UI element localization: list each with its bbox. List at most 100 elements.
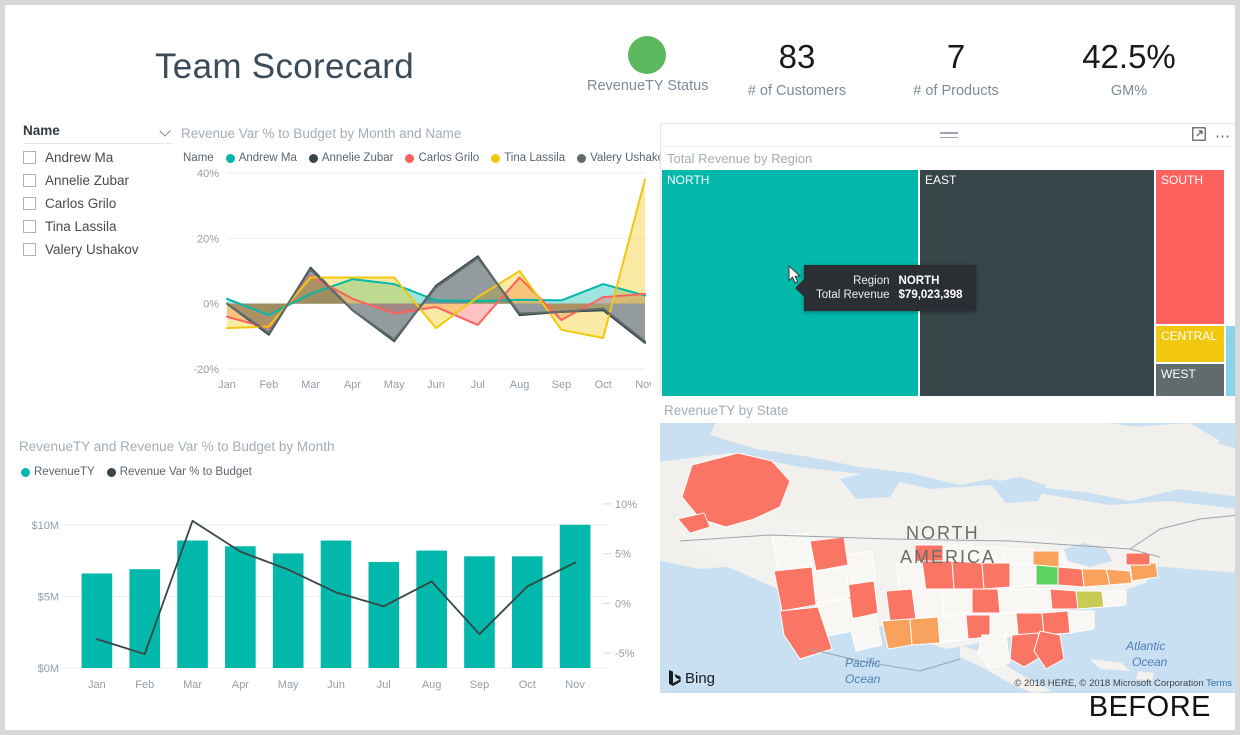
treemap-tile[interactable]: WEST	[1155, 363, 1225, 397]
legend-item[interactable]: Revenue Var % to Budget	[107, 466, 252, 478]
slicer-item-carlos-grilo[interactable]: Carlos Grilo	[23, 194, 173, 213]
line-chart-x-tick: Jun	[427, 379, 445, 391]
slicer-item-tina-lassila[interactable]: Tina Lassila	[23, 217, 173, 236]
slicer-item-andrew-ma[interactable]: Andrew Ma	[23, 148, 173, 167]
tooltip-key: Total Revenue	[816, 288, 899, 302]
slicer-header[interactable]: Name	[23, 123, 173, 144]
bar-chart-y-tick-right: 0%	[615, 598, 631, 610]
legend-item[interactable]: Valery Ushakov	[577, 152, 670, 164]
treemap-tile[interactable]	[1225, 325, 1237, 397]
legend-item[interactable]: Tina Lassila	[491, 152, 565, 164]
treemap-tile[interactable]: SOUTH	[1155, 169, 1225, 325]
map-title: RevenueTY by State	[664, 403, 788, 418]
map-canvas[interactable]: NORTH AMERICA Pacific Ocean Atlantic Oce…	[660, 423, 1238, 693]
focus-mode-icon[interactable]	[1192, 127, 1206, 146]
slicer-item-label: Annelie Zubar	[45, 173, 129, 188]
kpi-card-gm-percent[interactable]: 42.5% GM%	[1067, 35, 1191, 99]
line-chart-y-tick: 20%	[197, 233, 219, 245]
checkbox[interactable]	[23, 243, 36, 256]
chevron-down-icon[interactable]	[161, 126, 171, 136]
bar-chart-x-tick: Jan	[88, 679, 106, 691]
line-chart-plot[interactable]: -20%0%20%40%JanFebMarAprMayJunJulAugSepO…	[181, 165, 651, 397]
kpi-label: RevenueTY Status	[587, 78, 707, 94]
line-chart-legend[interactable]: Name Andrew Ma Annelie Zubar Carlos Grilo T…	[183, 152, 670, 164]
mouse-cursor	[788, 265, 802, 290]
kpi-card-products[interactable]: 7 # of Products	[894, 35, 1018, 99]
line-chart-x-tick: Oct	[595, 379, 612, 391]
legend-item[interactable]: Annelie Zubar	[309, 152, 394, 164]
legend-swatch	[405, 154, 414, 163]
checkbox[interactable]	[23, 151, 36, 164]
bar-chart-y-tick-left: $5M	[38, 591, 59, 603]
bar[interactable]	[225, 546, 256, 668]
legend-item[interactable]: Carlos Grilo	[405, 152, 479, 164]
kpi-card-customers[interactable]: 83 # of Customers	[735, 35, 859, 99]
checkbox[interactable]	[23, 220, 36, 233]
bar-chart-x-tick: Sep	[470, 679, 490, 691]
line-chart-y-tick: 0%	[203, 299, 219, 311]
tooltip-row: Total Revenue$79,023,398	[816, 288, 962, 302]
bar[interactable]	[273, 553, 304, 668]
kpi-value: 7	[894, 35, 1018, 79]
bing-logo[interactable]: Bing	[668, 670, 715, 687]
treemap-tile[interactable]: CENTRAL	[1155, 325, 1225, 363]
slicer-item-annelie-zubar[interactable]: Annelie Zubar	[23, 171, 173, 190]
checkbox[interactable]	[23, 174, 36, 187]
bar[interactable]	[82, 573, 113, 668]
name-slicer[interactable]: Name Andrew Ma Annelie Zubar Carlos Gril…	[23, 123, 173, 259]
bar[interactable]	[369, 562, 400, 668]
bar-chart-plot[interactable]: $0M$5M$10M-5%0%5%10%JanFebMarAprMayJunJu…	[15, 483, 655, 698]
bar-chart-x-tick: Jul	[377, 679, 391, 691]
bing-logo-icon	[668, 670, 681, 687]
slicer-item-valery-ushakov[interactable]: Valery Ushakov	[23, 240, 173, 259]
line-chart-title: Revenue Var % to Budget by Month and Nam…	[181, 126, 461, 141]
bar[interactable]	[321, 541, 352, 668]
slicer-item-label: Carlos Grilo	[45, 196, 116, 211]
legend-swatch	[577, 154, 586, 163]
bar-chart-legend[interactable]: RevenueTY Revenue Var % to Budget	[21, 466, 252, 478]
legend-swatch	[226, 154, 235, 163]
bar-chart-y-tick-left: $10M	[31, 520, 59, 532]
bar[interactable]	[512, 556, 543, 668]
kpi-card-revenuety-status[interactable]: RevenueTY Status	[587, 33, 707, 94]
map-attribution-text: © 2018 HERE, © 2018 Microsoft Corporatio…	[1014, 678, 1203, 689]
drag-handle-icon[interactable]	[940, 132, 958, 141]
tooltip-key: Region	[816, 274, 899, 288]
visual-header[interactable]: ⋯	[661, 124, 1237, 147]
legend-swatch	[107, 468, 116, 477]
line-chart-x-tick: Jul	[471, 379, 485, 391]
legend-label: Andrew Ma	[239, 152, 297, 164]
line-chart-x-tick: Feb	[259, 379, 278, 391]
bar[interactable]	[177, 541, 208, 668]
treemap-visual-container[interactable]: ⋯ Total Revenue by Region NORTHEASTSOUTH…	[660, 123, 1238, 391]
legend-title: Name	[183, 152, 214, 164]
bar[interactable]	[464, 556, 495, 668]
bar[interactable]	[560, 525, 591, 668]
legend-label: Carlos Grilo	[418, 152, 479, 164]
bar-chart-x-tick: Mar	[183, 679, 202, 691]
treemap-tiles[interactable]: NORTHEASTSOUTHCENTRALWESTRegionNORTHTota…	[661, 169, 1237, 397]
bar-chart-x-tick: Aug	[422, 679, 442, 691]
bar-chart-x-tick: Feb	[135, 679, 154, 691]
more-options-icon[interactable]: ⋯	[1215, 130, 1231, 144]
line-series-area	[227, 180, 645, 338]
bar[interactable]	[416, 551, 447, 668]
checkbox[interactable]	[23, 197, 36, 210]
legend-label: Revenue Var % to Budget	[120, 466, 252, 478]
bar-chart-x-tick: Oct	[519, 679, 536, 691]
legend-item[interactable]: RevenueTY	[21, 466, 95, 478]
map-visual-container[interactable]: RevenueTY by State	[660, 403, 1238, 693]
bar-chart-x-tick: Jun	[327, 679, 345, 691]
tooltip-row: RegionNORTH	[816, 274, 962, 288]
bar-chart-y-tick-right: -5%	[615, 648, 635, 660]
bar-chart-title: RevenueTY and Revenue Var % to Budget by…	[19, 439, 334, 454]
kpi-label: # of Customers	[735, 83, 859, 99]
line-chart-x-tick: Mar	[301, 379, 320, 391]
map-terms-link[interactable]: Terms	[1206, 678, 1232, 689]
legend-item[interactable]: Andrew Ma	[226, 152, 297, 164]
treemap-tile-label: EAST	[925, 173, 956, 187]
treemap-title: Total Revenue by Region	[661, 147, 1237, 169]
legend-label: RevenueTY	[34, 466, 95, 478]
line-chart-x-tick: Nov	[635, 379, 651, 391]
report-page: Team Scorecard RevenueTY Status 83 # of …	[0, 0, 1240, 735]
